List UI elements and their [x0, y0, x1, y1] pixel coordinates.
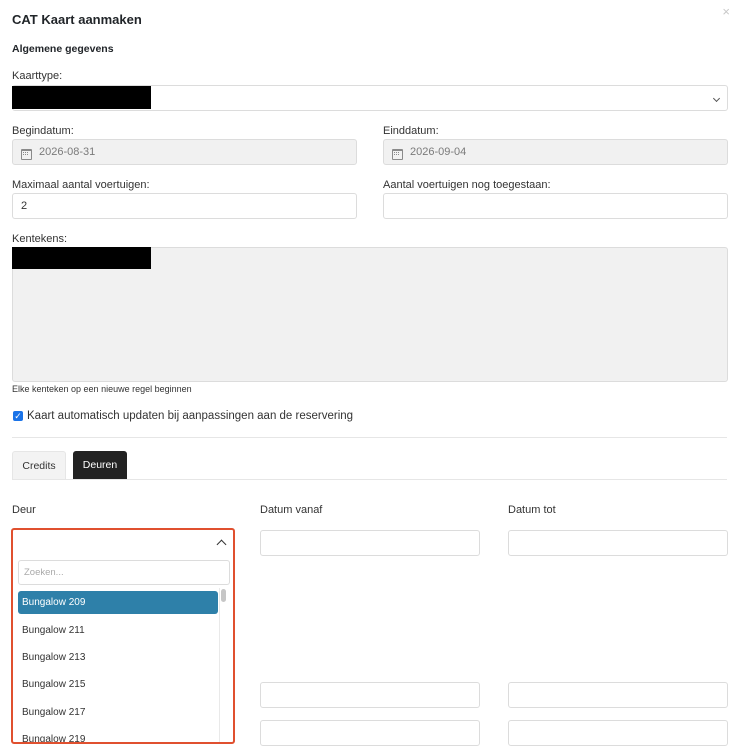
einddatum-field: 2026-09-04 — [383, 139, 728, 165]
nog-toegestaan-input[interactable] — [383, 193, 728, 219]
datum-tot-input[interactable] — [508, 530, 728, 556]
einddatum-value: 2026-09-04 — [410, 146, 467, 158]
dialog-title: CAT Kaart aanmaken — [12, 12, 142, 27]
tab-deuren[interactable]: Deuren — [73, 451, 127, 479]
header-deur: Deur — [12, 504, 36, 516]
begindatum-field: 2026-08-31 — [12, 139, 357, 165]
max-voertuigen-value: 2 — [21, 200, 28, 212]
max-voertuigen-input[interactable]: 2 — [12, 193, 357, 219]
datum-tot-input[interactable] — [508, 682, 728, 708]
datum-vanaf-input[interactable] — [260, 720, 480, 746]
header-datum-vanaf: Datum vanaf — [260, 504, 323, 516]
chevron-up-icon[interactable] — [216, 539, 227, 550]
nog-toegestaan-label: Aantal voertuigen nog toegestaan: — [383, 179, 551, 191]
einddatum-label: Einddatum: — [383, 125, 439, 137]
scrollbar-thumb[interactable] — [221, 589, 226, 602]
redacted-value — [12, 247, 151, 269]
auto-update-checkbox[interactable]: ✓ — [13, 411, 23, 421]
option-item[interactable]: Bungalow 217 — [18, 701, 218, 724]
option-item[interactable]: Bungalow 219 — [18, 728, 218, 742]
calendar-icon — [392, 147, 403, 160]
datum-vanaf-input[interactable] — [260, 530, 480, 556]
search-input[interactable]: Zoeken... — [18, 560, 230, 585]
kentekens-hint: Elke kenteken op een nieuwe regel beginn… — [12, 384, 192, 394]
kaarttype-label: Kaarttype: — [12, 70, 63, 82]
header-datum-tot: Datum tot — [508, 504, 556, 516]
option-item[interactable]: Bungalow 211 — [18, 619, 218, 642]
option-item[interactable]: Bungalow 215 — [18, 673, 218, 696]
divider — [12, 437, 727, 438]
close-icon[interactable]: × — [722, 4, 730, 19]
section-title: Algemene gegevens — [12, 43, 114, 55]
calendar-icon — [21, 147, 32, 160]
kentekens-label: Kentekens: — [12, 233, 68, 245]
scrollbar[interactable] — [219, 588, 229, 742]
begindatum-label: Begindatum: — [12, 125, 74, 137]
chevron-down-icon — [712, 94, 721, 102]
option-item[interactable]: Bungalow 209 — [18, 591, 218, 614]
option-item[interactable]: Bungalow 213 — [18, 646, 218, 669]
tabs-divider — [12, 479, 727, 480]
deur-dropdown[interactable]: Zoeken... Bungalow 209 Bungalow 211 Bung… — [11, 528, 235, 744]
tab-credits[interactable]: Credits — [12, 451, 66, 479]
datum-vanaf-input[interactable] — [260, 682, 480, 708]
redacted-value — [12, 86, 151, 109]
begindatum-value: 2026-08-31 — [39, 146, 96, 158]
max-voertuigen-label: Maximaal aantal voertuigen: — [12, 179, 150, 191]
datum-tot-input[interactable] — [508, 720, 728, 746]
auto-update-label: Kaart automatisch updaten bij aanpassing… — [27, 410, 354, 422]
